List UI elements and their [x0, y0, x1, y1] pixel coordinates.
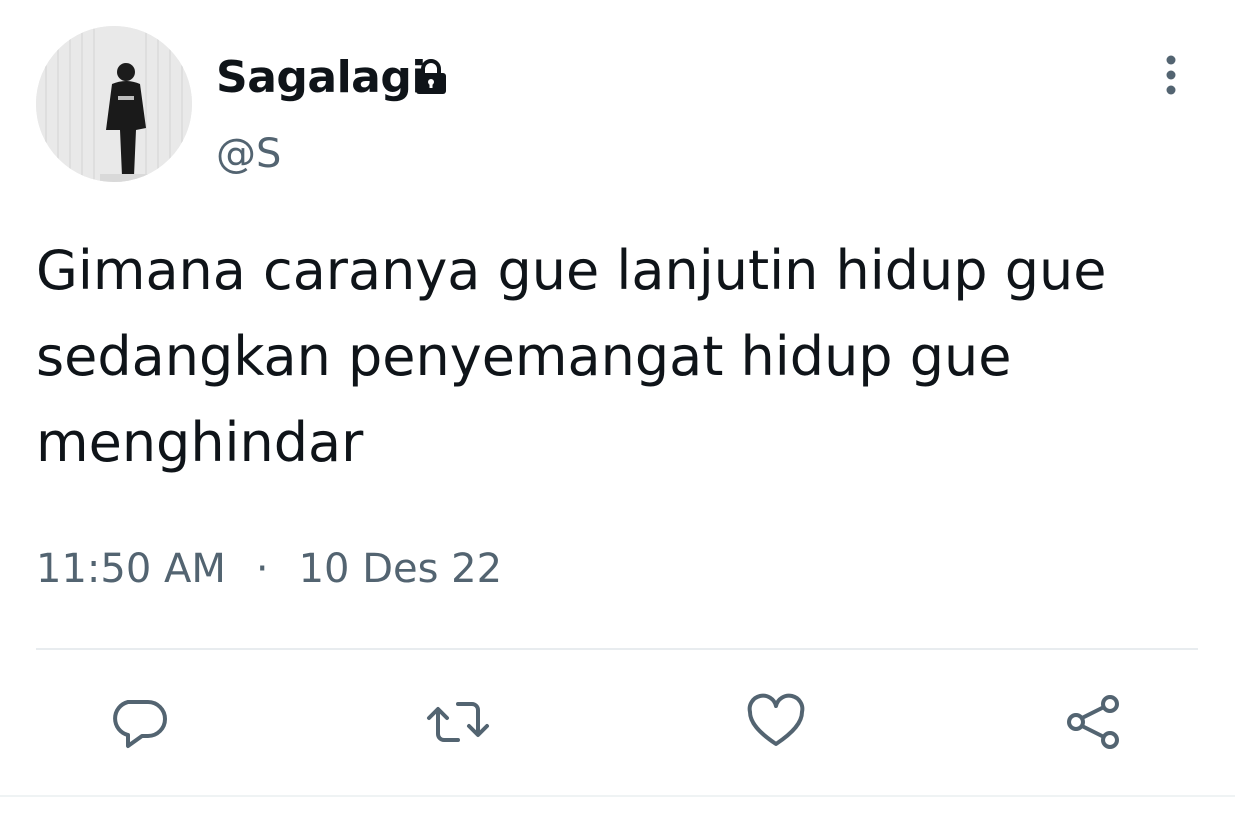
comment-bubble-icon	[113, 700, 167, 748]
meta-separator: ·	[255, 546, 269, 592]
like-button[interactable]	[744, 690, 808, 754]
retweet-icon	[427, 702, 489, 742]
more-options-icon[interactable]	[1150, 52, 1192, 98]
tweet-text-line: Gimana caranya gue lanjutin hidup gue	[36, 239, 1107, 302]
tweet-text-line: sedangkan penyemangat hidup gue	[36, 325, 1012, 388]
tweet-meta: 11:50 AM · 10 Des 22	[36, 542, 502, 596]
avatar[interactable]	[36, 26, 192, 182]
lock-icon	[412, 58, 450, 96]
bottom-divider	[0, 795, 1235, 797]
avatar-photo	[36, 26, 192, 182]
divider	[36, 648, 1198, 650]
user-handle[interactable]: @S	[216, 128, 281, 180]
heart-icon	[747, 693, 805, 746]
share-button[interactable]	[1062, 690, 1126, 754]
reply-button[interactable]	[108, 690, 172, 754]
display-name[interactable]: Sagalagi	[216, 50, 426, 106]
tweet-date[interactable]: 10 Des 22	[299, 546, 502, 592]
tweet-text-line: menghindar	[36, 411, 364, 474]
share-nodes-icon	[1067, 695, 1119, 749]
tweet-card: Sagalagi @S Gimana caranya gue lanjutin …	[0, 0, 1235, 813]
tweet-text: Gimana caranya gue lanjutin hidup gue se…	[36, 228, 1186, 486]
retweet-button[interactable]	[426, 690, 490, 754]
tweet-time[interactable]: 11:50 AM	[36, 546, 226, 592]
